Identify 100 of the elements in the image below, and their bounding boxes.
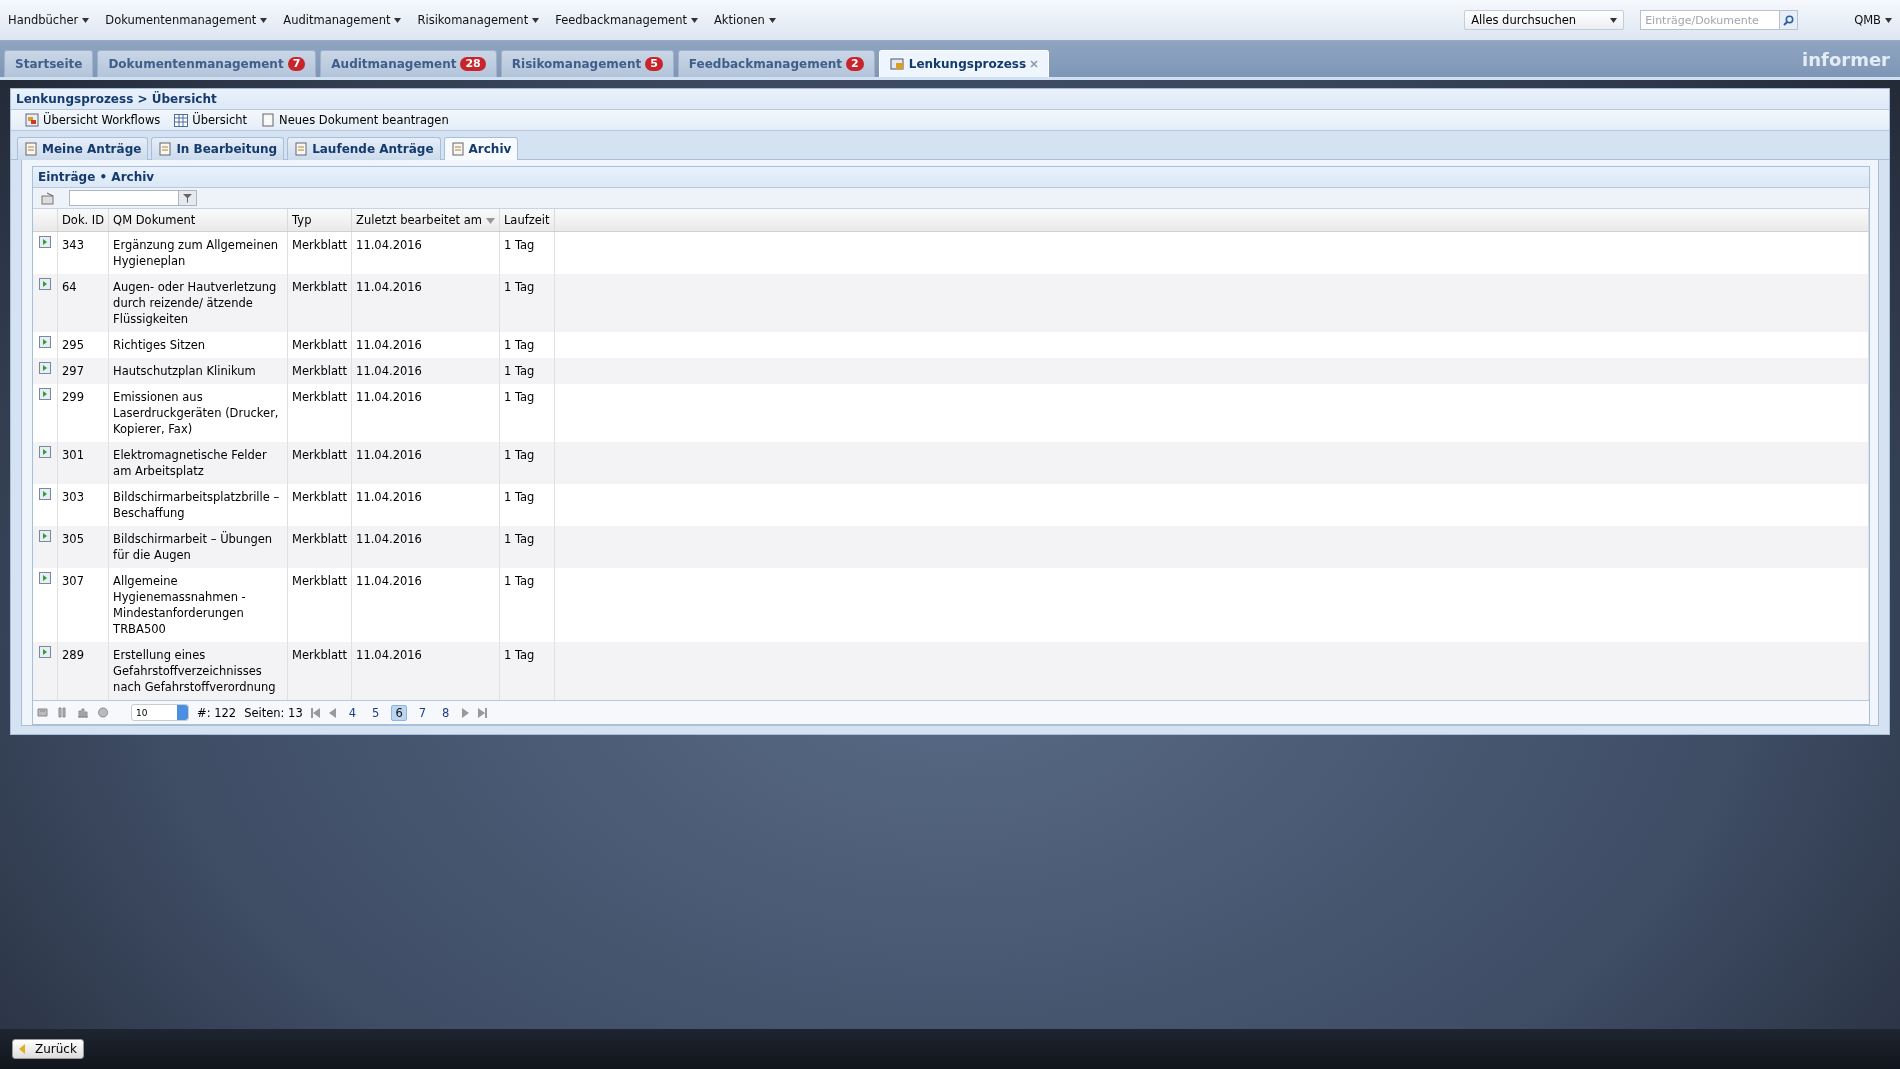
- table-cell: 295: [62, 338, 84, 352]
- document-icon: [24, 142, 38, 156]
- filter-field[interactable]: [69, 190, 179, 206]
- table-cell: 11.04.2016: [356, 280, 422, 294]
- search-button[interactable]: [1780, 10, 1799, 30]
- module-tab[interactable]: Risikomanagement 5: [500, 50, 674, 77]
- table-cell: 11.04.2016: [356, 390, 422, 404]
- table-cell: 11.04.2016: [356, 574, 422, 588]
- last-page-icon[interactable]: [478, 707, 488, 718]
- open-row-icon[interactable]: [39, 646, 51, 658]
- caret-icon: [1610, 17, 1618, 23]
- table-cell: 1 Tag: [503, 648, 535, 662]
- table-cell: Merkblatt: [292, 490, 348, 504]
- open-row-icon[interactable]: [39, 362, 51, 374]
- open-row-icon[interactable]: [39, 278, 51, 290]
- menu-item[interactable]: Risikomanagement: [417, 13, 540, 27]
- page-link[interactable]: 5: [368, 704, 384, 721]
- previous-page-icon[interactable]: [327, 707, 337, 718]
- module-tab[interactable]: Startseite: [4, 50, 94, 77]
- module-tab[interactable]: Lenkungsprozess: [878, 50, 1050, 77]
- open-row-icon[interactable]: [39, 530, 51, 542]
- open-row-icon[interactable]: [39, 488, 51, 500]
- export-icon[interactable]: [41, 191, 55, 205]
- menu-item[interactable]: Aktionen: [714, 13, 776, 27]
- table-cell: 305: [62, 532, 84, 546]
- table-cell: 1 Tag: [503, 532, 535, 546]
- table-cell: 343: [62, 238, 84, 252]
- table-cell: Merkblatt: [292, 390, 348, 404]
- toolbar-button[interactable]: Übersicht: [174, 113, 248, 127]
- caret-icon: [691, 18, 698, 23]
- column-header[interactable]: Zuletzt bearbeitet am: [351, 209, 500, 232]
- document-icon: [450, 142, 465, 156]
- first-page-icon[interactable]: [310, 707, 320, 718]
- caret-icon: [532, 18, 540, 23]
- table-cell: Augen- oder Hautverletzung durch reizende/ ätzende Flüssigkeiten: [113, 280, 277, 326]
- sub-tab[interactable]: In Bearbeitung: [151, 137, 285, 160]
- caret-icon: [82, 18, 90, 23]
- sub-tab[interactable]: Archiv: [443, 137, 519, 160]
- open-row-icon[interactable]: [39, 336, 51, 348]
- page-link[interactable]: 4: [344, 704, 361, 721]
- table-cell: 1 Tag: [503, 490, 535, 504]
- table-cell: 303: [62, 490, 84, 504]
- module-tab[interactable]: Dokumentenmanagement 7: [97, 50, 317, 77]
- menu-item[interactable]: Feedbackmanagement: [555, 13, 698, 27]
- open-row-icon[interactable]: [39, 446, 51, 458]
- user-menu[interactable]: QMB: [1854, 13, 1892, 27]
- toolbar-button[interactable]: Übersicht Workflows: [25, 113, 161, 127]
- toolbar-button[interactable]: Neues Dokument beantragen: [261, 113, 449, 127]
- close-icon[interactable]: [1030, 60, 1039, 68]
- menu-item[interactable]: Auditmanagement: [283, 13, 402, 27]
- table-cell: 289: [62, 648, 84, 662]
- search-scope-dropdown[interactable]: Alles durchsuchen: [1464, 10, 1625, 30]
- column-header[interactable]: Dok. ID: [57, 209, 109, 232]
- page-size-select[interactable]: 10: [131, 704, 189, 721]
- module-tab[interactable]: Auditmanagement 28: [320, 50, 497, 77]
- filter-button[interactable]: [179, 190, 197, 206]
- page-count: Seiten: 13: [244, 705, 303, 720]
- table-cell: Emissionen aus Laserdruckgeräten (Drucker, Kopierer, Fax): [113, 390, 279, 436]
- caret-icon: [260, 18, 268, 23]
- column-header[interactable]: Typ: [287, 209, 352, 232]
- module-tab[interactable]: Feedbackmanagement 2: [677, 50, 875, 77]
- open-row-icon[interactable]: [39, 388, 51, 400]
- caret-icon: [1885, 18, 1892, 23]
- column-header[interactable]: QM Dokument: [108, 209, 288, 232]
- search-icon: [1783, 14, 1795, 26]
- table-cell: Bildschirmarbeit – Übungen für die Augen: [113, 532, 273, 562]
- table-cell: Elektromagnetische Felder am Arbeitsplatz: [113, 448, 267, 478]
- next-page-icon[interactable]: [461, 707, 471, 718]
- back-button[interactable]: Zurück: [12, 1039, 84, 1059]
- logo: informer: [1802, 48, 1891, 70]
- open-row-icon[interactable]: [39, 236, 51, 248]
- table-cell: 11.04.2016: [356, 648, 422, 662]
- table-cell: 1 Tag: [503, 338, 535, 352]
- table-icon: [174, 113, 189, 127]
- sub-tab[interactable]: Laufende Anträge: [287, 137, 441, 160]
- table-cell: 299: [62, 390, 84, 404]
- page-link[interactable]: 6: [391, 704, 407, 721]
- table-cell: 11.04.2016: [356, 490, 422, 504]
- table-cell: 1 Tag: [503, 238, 535, 252]
- table-cell: Richtiges Sitzen: [113, 338, 206, 352]
- tab-label: Startseite: [15, 57, 83, 71]
- count-badge: 7: [287, 57, 306, 71]
- page-link[interactable]: 8: [438, 704, 454, 721]
- sub-tab[interactable]: Meine Anträge: [17, 137, 149, 160]
- document-icon: [261, 113, 276, 127]
- menu-item[interactable]: Handbücher: [8, 13, 90, 27]
- table-cell: 1 Tag: [503, 390, 535, 404]
- page-link[interactable]: 7: [414, 704, 431, 721]
- search-field[interactable]: Einträge/Dokumente: [1640, 10, 1781, 30]
- column-header[interactable]: Laufzeit: [499, 209, 555, 232]
- table-cell: 1 Tag: [503, 574, 535, 588]
- menu-item[interactable]: Dokumentenmanagement: [105, 13, 268, 27]
- table-cell: Bildschirmarbeitsplatzbrille – Beschaffung: [113, 490, 280, 520]
- open-row-icon[interactable]: [39, 572, 51, 584]
- table-cell: 11.04.2016: [356, 448, 422, 462]
- table-cell: 307: [62, 574, 84, 588]
- table-cell: 1 Tag: [503, 364, 535, 378]
- table-cell: 11.04.2016: [356, 338, 422, 352]
- document-icon: [294, 142, 309, 156]
- workflow-icon: [25, 113, 39, 127]
